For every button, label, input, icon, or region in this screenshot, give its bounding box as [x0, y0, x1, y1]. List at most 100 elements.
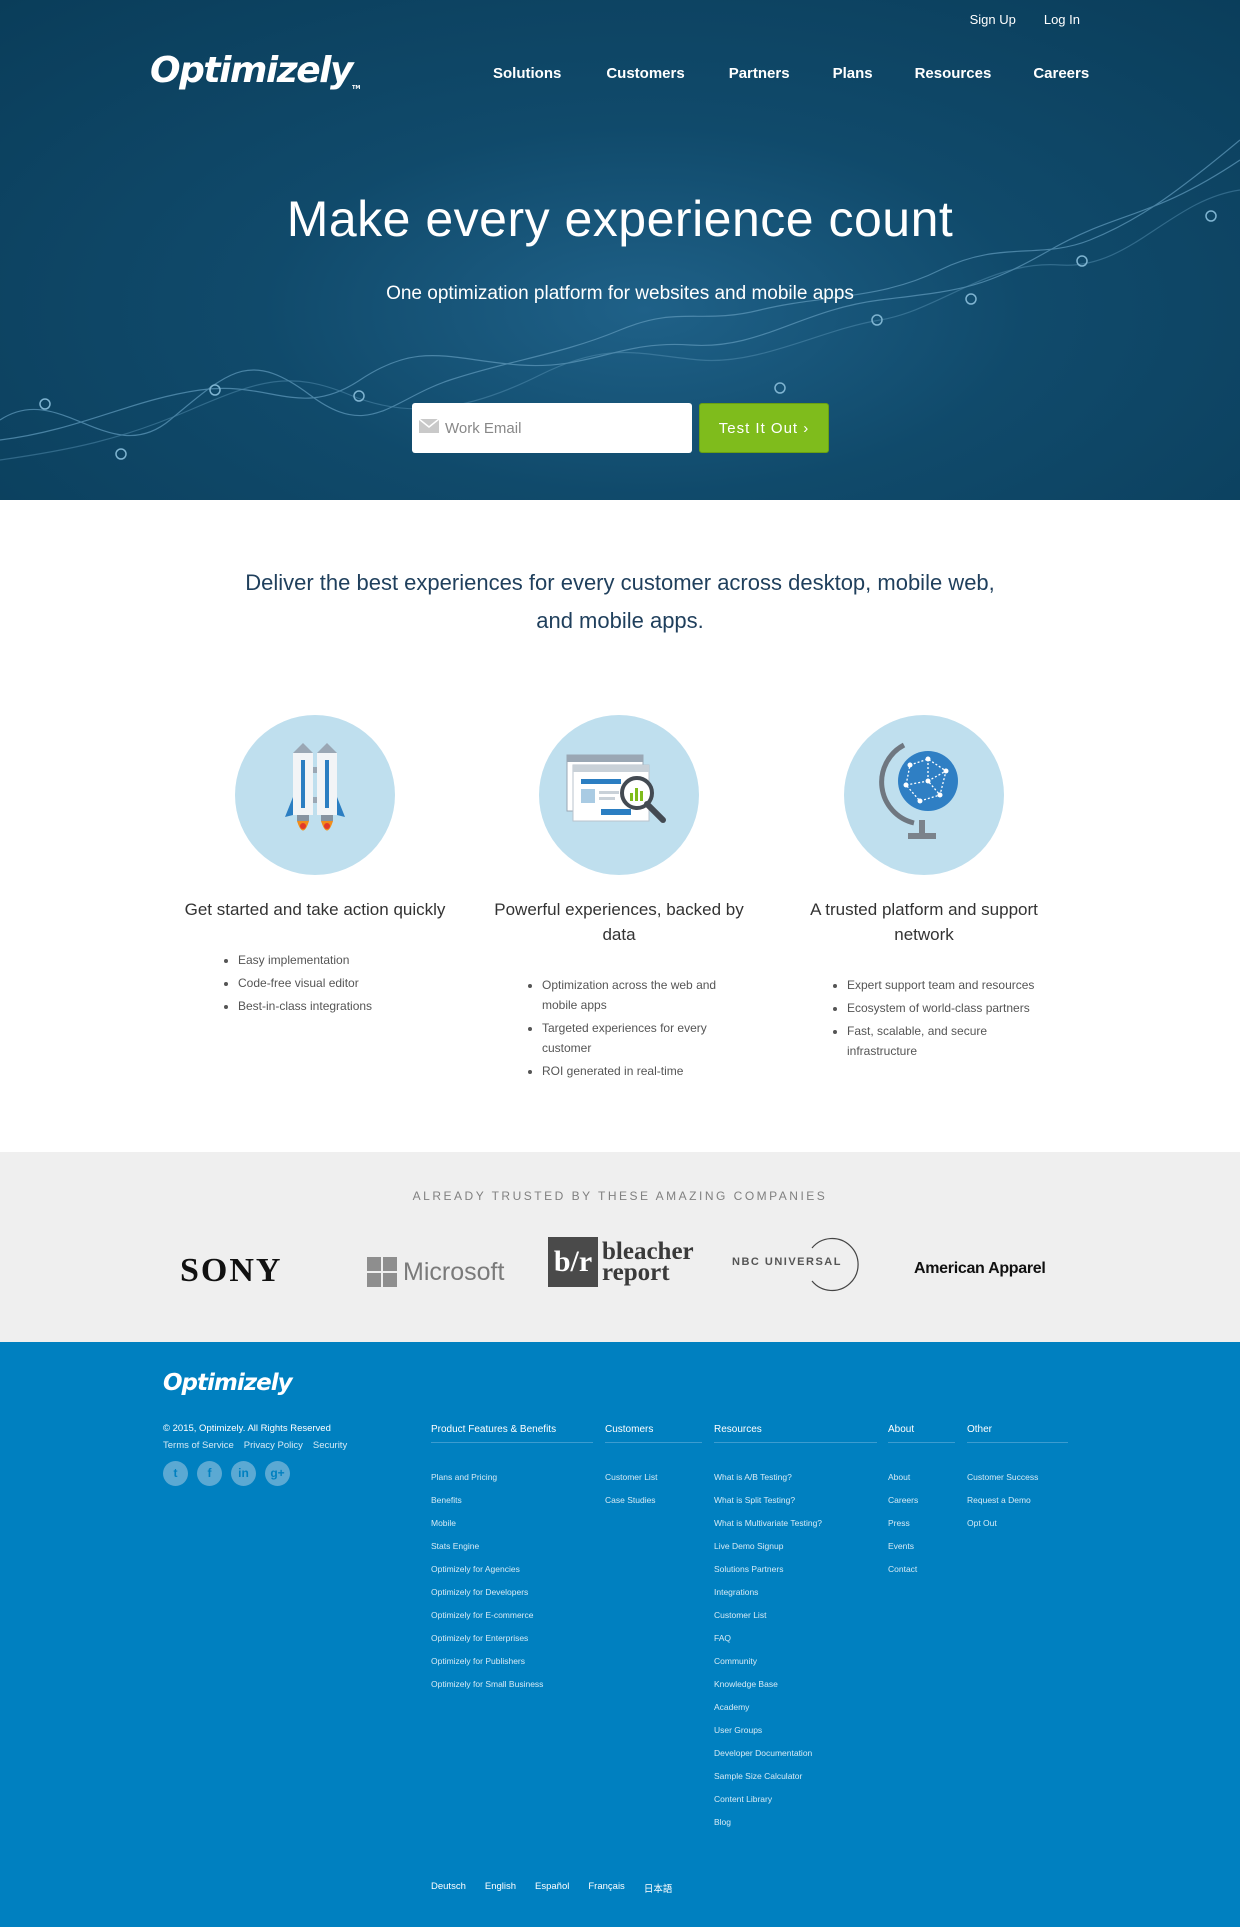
footer-link[interactable]: Plans and Pricing — [431, 1466, 593, 1489]
email-field-wrapper — [412, 403, 692, 453]
footer-link[interactable]: Customer List — [605, 1466, 702, 1489]
nav-customers[interactable]: Customers — [606, 65, 684, 82]
footer-link[interactable]: What is Multivariate Testing? — [714, 1512, 877, 1535]
feature-bullet: ROI generated in real-time — [542, 1061, 744, 1081]
footer-link[interactable]: Optimizely for E-commerce — [431, 1604, 593, 1627]
footer-link[interactable]: Mobile — [431, 1512, 593, 1535]
language-selector: Deutsch English Español Français 日本語 — [431, 1881, 672, 1895]
footer-link[interactable]: Live Demo Signup — [714, 1535, 877, 1558]
nbc-universal-wordmark: NBC UNIVERSAL — [732, 1256, 842, 1268]
footer-link[interactable]: Optimizely for Agencies — [431, 1558, 593, 1581]
footer-link[interactable]: Customer List — [714, 1604, 877, 1627]
footer-col-heading: Customers — [605, 1424, 702, 1443]
footer-link[interactable]: Content Library — [714, 1788, 877, 1811]
lang-francais[interactable]: Français — [588, 1881, 624, 1895]
sony-logo: SONY — [180, 1252, 283, 1289]
hero: Sign Up Log In OptimizelyTM Solutions Cu… — [0, 0, 1240, 500]
footer-link[interactable]: User Groups — [714, 1719, 877, 1742]
footer-col-other: Other Customer Success Request a Demo Op… — [967, 1424, 1068, 1535]
footer-link[interactable]: Opt Out — [967, 1512, 1068, 1535]
footer-link[interactable]: FAQ — [714, 1627, 877, 1650]
footer-link[interactable]: Knowledge Base — [714, 1673, 877, 1696]
footer-link[interactable]: Solutions Partners — [714, 1558, 877, 1581]
footer-link[interactable]: Optimizely for Enterprises — [431, 1627, 593, 1650]
lang-japanese[interactable]: 日本語 — [644, 1881, 673, 1895]
feature-title: A trusted platform and support network — [810, 900, 1038, 944]
microsoft-logo: Microsoft — [367, 1247, 504, 1297]
feature-bullet: Ecosystem of world-class partners — [847, 998, 1049, 1018]
footer-link[interactable]: Community — [714, 1650, 877, 1673]
legal-links: Terms of Service Privacy Policy Security — [163, 1440, 347, 1451]
nav-partners[interactable]: Partners — [729, 65, 790, 82]
twitter-icon[interactable]: t — [163, 1461, 188, 1486]
work-email-input[interactable] — [412, 403, 692, 453]
footer-link[interactable]: Academy — [714, 1696, 877, 1719]
footer: Optimizely © 2015, Optimizely. All Right… — [0, 1342, 1240, 1927]
feature-bullet: Optimization across the web and mobile a… — [542, 975, 744, 1015]
feature-title: Powerful experiences, backed by data — [494, 900, 744, 944]
lang-english[interactable]: English — [485, 1881, 516, 1895]
footer-link[interactable]: What is A/B Testing? — [714, 1466, 877, 1489]
privacy-link[interactable]: Privacy Policy — [244, 1440, 303, 1451]
footer-link[interactable]: Stats Engine — [431, 1535, 593, 1558]
footer-link[interactable]: What is Split Testing? — [714, 1489, 877, 1512]
security-link[interactable]: Security — [313, 1440, 347, 1451]
footer-link[interactable]: Press — [888, 1512, 955, 1535]
signup-form: Test It Out › — [412, 403, 829, 453]
google-plus-icon[interactable]: g+ — [265, 1461, 290, 1486]
terms-link[interactable]: Terms of Service — [163, 1440, 234, 1451]
footer-link[interactable]: Optimizely for Small Business — [431, 1673, 593, 1696]
sign-up-link[interactable]: Sign Up — [970, 12, 1016, 27]
footer-link[interactable]: Case Studies — [605, 1489, 702, 1512]
footer-link[interactable]: About — [888, 1466, 955, 1489]
feature-powerful-experiences: Powerful experiences, backed by data Opt… — [474, 715, 764, 1084]
feature-bullet: Targeted experiences for every customer — [542, 1018, 744, 1058]
footer-col-heading: Other — [967, 1424, 1068, 1443]
feature-get-started: Get started and take action quickly Easy… — [170, 715, 460, 1019]
value-intro: Deliver the best experiences for every c… — [0, 500, 1240, 640]
feature-bullets: Easy implementation Code-free visual edi… — [220, 950, 440, 1016]
log-in-link[interactable]: Log In — [1044, 12, 1080, 27]
footer-link[interactable]: Sample Size Calculator — [714, 1765, 877, 1788]
microsoft-windows-icon — [367, 1257, 397, 1287]
intro-heading: Deliver the best experiences for every c… — [245, 570, 995, 633]
american-apparel-logo: American Apparel — [914, 1260, 1046, 1277]
feature-bullets: Expert support team and resources Ecosys… — [829, 975, 1049, 1061]
footer-link[interactable]: Customer Success — [967, 1466, 1068, 1489]
footer-link[interactable]: Integrations — [714, 1581, 877, 1604]
rocket-icon — [235, 715, 395, 875]
footer-link[interactable]: Contact — [888, 1558, 955, 1581]
footer-link[interactable]: Blog — [714, 1811, 877, 1834]
footer-optimizely-logo[interactable]: Optimizely — [163, 1370, 293, 1396]
trusted-label: ALREADY TRUSTED BY THESE AMAZING COMPANI… — [412, 1189, 828, 1203]
analytics-magnifier-icon — [539, 715, 699, 875]
nav-plans[interactable]: Plans — [833, 65, 873, 82]
microsoft-wordmark: Microsoft — [403, 1257, 505, 1286]
footer-col-heading: About — [888, 1424, 955, 1443]
lang-deutsch[interactable]: Deutsch — [431, 1881, 466, 1895]
nav-careers[interactable]: Careers — [1033, 65, 1089, 82]
facebook-icon[interactable]: f — [197, 1461, 222, 1486]
lang-espanol[interactable]: Español — [535, 1881, 569, 1895]
test-it-out-button[interactable]: Test It Out › — [699, 403, 829, 453]
footer-link[interactable]: Benefits — [431, 1489, 593, 1512]
linkedin-icon[interactable]: in — [231, 1461, 256, 1486]
optimizely-logo[interactable]: OptimizelyTM — [150, 50, 360, 91]
footer-col-heading: Resources — [714, 1424, 877, 1443]
nav-solutions[interactable]: Solutions — [493, 65, 561, 82]
footer-link[interactable]: Optimizely for Developers — [431, 1581, 593, 1604]
utility-nav: Sign Up Log In — [970, 12, 1080, 27]
trusted-companies: ALREADY TRUSTED BY THESE AMAZING COMPANI… — [0, 1152, 1240, 1342]
footer-link[interactable]: Events — [888, 1535, 955, 1558]
feature-bullets: Optimization across the web and mobile a… — [524, 975, 744, 1081]
footer-link[interactable]: Optimizely for Publishers — [431, 1650, 593, 1673]
bleacher-wordmark-line2: report — [602, 1259, 670, 1286]
social-links: t f in g+ — [163, 1461, 290, 1486]
footer-link[interactable]: Request a Demo — [967, 1489, 1068, 1512]
feature-trusted-platform: A trusted platform and support network E… — [779, 715, 1069, 1064]
nav-resources[interactable]: Resources — [915, 65, 992, 82]
footer-link[interactable]: Careers — [888, 1489, 955, 1512]
main-nav: Solutions Customers Partners Plans Resou… — [493, 65, 1089, 82]
footer-col-about: About About Careers Press Events Contact — [888, 1424, 955, 1581]
footer-link[interactable]: Developer Documentation — [714, 1742, 877, 1765]
